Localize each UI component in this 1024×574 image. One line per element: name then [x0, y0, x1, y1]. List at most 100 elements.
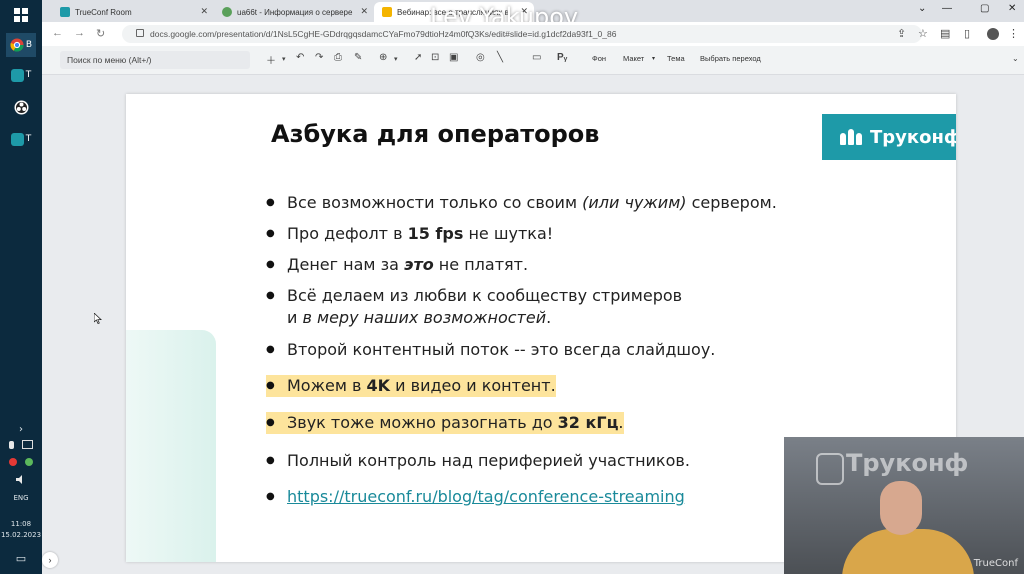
theme-button[interactable]: Тема	[667, 54, 685, 63]
mouse-cursor-icon	[94, 313, 102, 324]
bullet-text: Звук тоже можно разогнать до	[287, 413, 558, 432]
bullet-item: Денег нам за это не платят.	[266, 254, 528, 276]
sidebar-icon[interactable]: ▯	[964, 27, 970, 40]
tab-title: TrueConf Room	[75, 7, 132, 17]
chevron-down-icon[interactable]: ▾	[282, 55, 286, 63]
maximize-icon[interactable]: ▢	[980, 3, 989, 14]
bullet-item: Полный контроль над периферией участнико…	[266, 450, 690, 472]
trueconf-icon	[10, 132, 24, 146]
tray-icons[interactable]	[0, 440, 42, 451]
comment-icon[interactable]: ▭	[532, 52, 541, 63]
window-close-icon[interactable]: ✕	[1008, 3, 1016, 14]
bullet-strong: 15 fps	[407, 224, 464, 243]
shape-icon[interactable]: ◎	[476, 52, 485, 63]
tab-title: ua66t - Информация о сервере	[237, 7, 353, 17]
input-tools-icon[interactable]: Pᵧ	[557, 52, 567, 63]
presenter-head	[880, 481, 922, 535]
bullet-item-highlighted: Звук тоже можно разогнать до 32 кГц.	[266, 412, 624, 434]
bullet-strong-emphasis: это	[403, 255, 434, 274]
more-menu-icon[interactable]: ⋮	[1008, 27, 1019, 40]
trueconf-icon	[10, 68, 24, 82]
url-field[interactable]: docs.google.com/presentation/d/1NsL5CgHE…	[122, 25, 922, 43]
logo-text: Труконф	[870, 126, 956, 148]
notification-icon[interactable]: ▭	[0, 552, 42, 565]
reload-icon[interactable]: ↻	[96, 27, 105, 40]
taskbar-trueconf-button[interactable]: T	[6, 63, 36, 87]
taskbar-label: T	[25, 134, 32, 144]
collapse-toolbar-icon[interactable]: ⌄	[1012, 54, 1019, 63]
menu-search-input[interactable]: Поиск по меню (Alt+/)	[60, 51, 250, 69]
redo-icon[interactable]: ↷	[315, 52, 323, 63]
paint-format-icon[interactable]: ✎	[354, 52, 362, 63]
print-icon[interactable]: ⎙	[334, 52, 342, 63]
bullet-text: Все возможности только со своим	[287, 193, 583, 212]
reading-list-icon[interactable]: ▤	[940, 27, 950, 40]
url-text: docs.google.com/presentation/d/1NsL5CgHE…	[150, 29, 617, 39]
network-icon[interactable]	[21, 440, 33, 449]
clock-date[interactable]: 15.02.2023	[0, 531, 42, 539]
bullet-strong: 32 кГц	[557, 413, 619, 432]
back-icon[interactable]: ←	[52, 27, 63, 39]
chevron-down-icon[interactable]: ▾	[394, 55, 398, 63]
windows-taskbar: B T T › ENG 11:08 15.02.2023 ▭	[0, 0, 42, 574]
address-bar: ← → ↻ docs.google.com/presentation/d/1Ns…	[42, 22, 1024, 47]
close-icon[interactable]: ✕	[360, 6, 368, 17]
trueconf-blog-link[interactable]: https://trueconf.ru/blog/tag/conference-…	[287, 487, 685, 506]
speaker-icon[interactable]	[0, 475, 42, 486]
new-slide-icon[interactable]: ＋	[266, 52, 276, 67]
bullet-text: Полный контроль над периферией участнико…	[287, 451, 690, 470]
webcam-corner-text: TrueConf	[973, 558, 1018, 569]
taskbar-label: B	[25, 40, 33, 50]
bullet-text: .	[618, 413, 624, 432]
bullet-item: Второй контентный поток -- это всегда сл…	[266, 339, 715, 361]
profile-avatar[interactable]	[987, 28, 999, 40]
power-favicon-icon	[222, 7, 232, 17]
bullet-text: Денег нам за	[287, 255, 404, 274]
bookmark-star-icon[interactable]: ☆	[918, 27, 928, 40]
tab-search-icon[interactable]: ⌄	[918, 3, 926, 14]
bullet-item: Про дефолт в 15 fps не шутка!	[266, 223, 553, 245]
windows-start-icon[interactable]	[6, 3, 36, 27]
tab-trueconf-room[interactable]: TrueConf Room ✕	[52, 2, 214, 22]
taskbar-trueconf-button-2[interactable]: T	[6, 127, 36, 151]
trueconf-logo-icon	[816, 453, 844, 485]
record-icon[interactable]	[9, 458, 18, 466]
microphone-icon[interactable]	[9, 441, 15, 449]
bullet-text: Можем в	[287, 376, 367, 395]
minimize-icon[interactable]: —	[942, 3, 952, 14]
bullet-text: Второй контентный поток -- это всегда сл…	[287, 340, 716, 359]
chevron-down-icon[interactable]: ▾	[652, 55, 655, 62]
close-icon[interactable]: ✕	[200, 6, 208, 17]
clock-time[interactable]: 11:08	[0, 520, 42, 528]
taskbar-obs-button[interactable]	[6, 95, 36, 119]
webcam-brand-text: Труконф	[846, 449, 969, 477]
obs-icon	[14, 100, 28, 114]
bullet-item-highlighted: Можем в 4K и видео и контент.	[266, 375, 556, 397]
taskbar-chrome-button[interactable]: B	[6, 33, 36, 57]
bullet-text: сервером.	[686, 193, 777, 212]
tray-icons-row2[interactable]	[0, 458, 42, 468]
tray-chevron-icon[interactable]: ›	[0, 424, 42, 435]
trueconf-logo: Труконф	[822, 114, 956, 160]
slides-favicon-icon	[382, 7, 392, 17]
lock-icon	[136, 29, 144, 37]
bullet-text: не платят.	[433, 255, 529, 274]
webcam-overlay: Труконф TrueConf	[784, 437, 1024, 574]
background-button[interactable]: Фон	[592, 54, 606, 63]
bullet-item: https://trueconf.ru/blog/tag/conference-…	[266, 486, 685, 508]
layout-button[interactable]: Макет	[623, 54, 644, 63]
image-icon[interactable]: ▣	[449, 52, 458, 63]
tab-server-info[interactable]: ua66t - Информация о сервере ✕	[214, 2, 374, 22]
undo-icon[interactable]: ↶	[296, 52, 304, 63]
app-tray-icon[interactable]	[24, 458, 33, 466]
share-icon[interactable]: ⇪	[897, 27, 906, 40]
forward-icon[interactable]: →	[74, 27, 85, 39]
bullet-text: Всё делаем из любви к сообществу стример…	[287, 286, 683, 305]
transition-button[interactable]: Выбрать переход	[700, 54, 761, 63]
select-cursor-icon[interactable]: ➚	[414, 52, 422, 63]
chevron-right-icon[interactable]: ›	[42, 552, 58, 568]
text-box-icon[interactable]: ⊡	[431, 52, 439, 63]
language-indicator[interactable]: ENG	[0, 494, 42, 502]
zoom-icon[interactable]: ⊕	[379, 52, 387, 63]
line-icon[interactable]: ╲	[497, 52, 503, 63]
